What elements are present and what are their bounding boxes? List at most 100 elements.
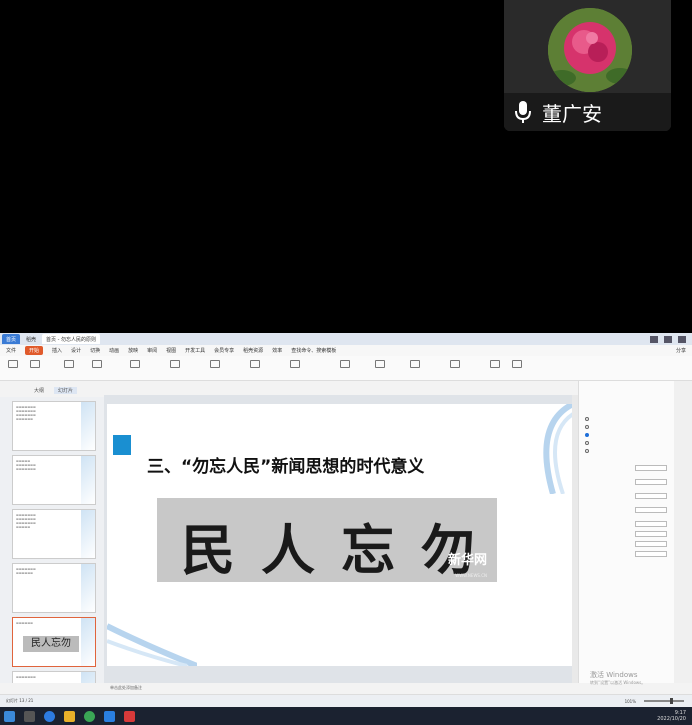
cut-icon[interactable] bbox=[30, 360, 40, 368]
menu-slideshow[interactable]: 放映 bbox=[128, 347, 138, 354]
menu-start[interactable]: 开始 bbox=[25, 346, 44, 355]
calligraphy-char: 勿 bbox=[421, 518, 475, 582]
menu-view[interactable]: 视图 bbox=[166, 347, 176, 354]
calligraphy-char: 忘 bbox=[341, 518, 395, 582]
wps-icon[interactable] bbox=[124, 710, 135, 722]
activation-line1: 激活 Windows bbox=[590, 671, 638, 679]
tab-docer[interactable]: 稻壳 bbox=[22, 334, 40, 344]
radio-icon bbox=[585, 441, 589, 445]
property-field[interactable] bbox=[635, 479, 667, 485]
radio-icon bbox=[585, 417, 589, 421]
menu-review[interactable]: 审阅 bbox=[147, 347, 157, 354]
menu-file[interactable]: 文件 bbox=[6, 347, 16, 354]
find-icon[interactable] bbox=[450, 360, 460, 368]
fill-option-picture[interactable] bbox=[585, 441, 589, 445]
property-field[interactable] bbox=[635, 521, 667, 527]
statusbar-right: 101% bbox=[625, 698, 692, 704]
arrange-icon[interactable] bbox=[410, 360, 420, 368]
tab-home[interactable]: 首页 bbox=[2, 334, 21, 344]
calligraphy-char: 民 bbox=[181, 518, 235, 582]
shape-icon[interactable] bbox=[375, 360, 385, 368]
app-icon[interactable] bbox=[104, 710, 115, 722]
share-button[interactable]: 分享 bbox=[676, 347, 686, 354]
zoom-slider[interactable] bbox=[644, 698, 684, 704]
window-controls bbox=[650, 335, 692, 343]
slide-thumbnail[interactable]: ▬▬▬▬▬▬▬ ▬▬▬▬▬▬▬ ▬▬▬▬▬▬▬ ▬▬▬▬▬▬ bbox=[12, 401, 96, 451]
maximize-icon[interactable] bbox=[664, 335, 672, 343]
list-icon[interactable] bbox=[290, 360, 300, 368]
windows-start-icon[interactable] bbox=[4, 710, 15, 722]
slide-title[interactable]: 三、“勿忘人民”新闻思想的时代意义 bbox=[147, 452, 424, 477]
notes-area[interactable]: 单击此处添加备注 bbox=[104, 683, 576, 693]
file-explorer-icon[interactable] bbox=[64, 710, 75, 722]
search-commands[interactable]: 查找命令、搜索模板 bbox=[291, 347, 336, 354]
fill-option-gradient[interactable] bbox=[585, 433, 589, 437]
participant-nameplate: 董广安 bbox=[504, 93, 671, 131]
document-tabbar: 首页 稻壳 首页 - 勿忘人民的原则 bbox=[0, 333, 692, 345]
fill-option-none[interactable] bbox=[585, 417, 589, 421]
slide-counter: 幻灯片 13 / 21 bbox=[6, 698, 34, 703]
align-icon[interactable] bbox=[250, 360, 260, 368]
menu-docer[interactable]: 稻壳资源 bbox=[243, 347, 263, 354]
fill-option-pattern[interactable] bbox=[585, 449, 589, 453]
menu-transition[interactable]: 切换 bbox=[90, 347, 100, 354]
slide-thumbnail[interactable]: ▬▬▬▬▬▬▬ ▬▬▬▬▬▬▬ ▬▬▬▬▬▬▬ ▬▬▬▬▬ bbox=[12, 509, 96, 559]
slide-thumbnail-panel: ▬▬▬▬▬▬▬ ▬▬▬▬▬▬▬ ▬▬▬▬▬▬▬ ▬▬▬▬▬▬ ▬▬▬▬▬ ▬▬▬▬▬▬▬… bbox=[0, 397, 104, 683]
select-icon[interactable] bbox=[512, 360, 522, 368]
property-field[interactable] bbox=[635, 465, 667, 471]
menu-insert[interactable]: 插入 bbox=[52, 347, 62, 354]
tab-document[interactable]: 首页 - 勿忘人民的原则 bbox=[42, 334, 101, 344]
property-field[interactable] bbox=[635, 541, 667, 547]
layout-icon[interactable] bbox=[130, 360, 140, 368]
windows-taskbar: 9:17 2022/10/20 bbox=[0, 707, 692, 725]
paste-icon[interactable] bbox=[8, 360, 18, 368]
xinhua-watermark-url: WWW.NEWS.CN bbox=[455, 573, 487, 578]
menu-efficiency[interactable]: 效率 bbox=[272, 347, 282, 354]
wps-presentation-window: 首页 稻壳 首页 - 勿忘人民的原则 文件 开始 插入 设计 切换 动画 放映 … bbox=[0, 333, 692, 725]
system-clock[interactable]: 9:17 2022/10/20 bbox=[657, 710, 692, 722]
search-icon[interactable] bbox=[24, 710, 35, 722]
property-field[interactable] bbox=[635, 551, 667, 557]
slide-thumbnail[interactable]: ▬▬▬▬▬▬▬ ▬▬▬▬▬▬ bbox=[12, 563, 96, 613]
object-properties-pane bbox=[578, 381, 674, 683]
microphone-icon bbox=[512, 99, 534, 125]
property-field[interactable] bbox=[635, 493, 667, 499]
property-field[interactable] bbox=[635, 531, 667, 537]
participant-tile: 董广安 bbox=[504, 0, 671, 131]
tab-outline[interactable]: 大纲 bbox=[34, 387, 44, 394]
menu-design[interactable]: 设计 bbox=[71, 347, 81, 354]
new-slide-icon[interactable] bbox=[92, 360, 102, 368]
zoom-level[interactable]: 101% bbox=[625, 699, 636, 704]
replace-icon[interactable] bbox=[490, 360, 500, 368]
minimize-icon[interactable] bbox=[650, 335, 658, 343]
radio-icon bbox=[585, 425, 589, 429]
menu-member[interactable]: 会员专享 bbox=[214, 347, 234, 354]
menu-animation[interactable]: 动画 bbox=[109, 347, 119, 354]
participant-avatar bbox=[548, 8, 632, 92]
calligraphy-image[interactable]: 民 人 忘 勿 新华网 WWW.NEWS.CN bbox=[157, 498, 497, 582]
thumbnail-calligraphy: 民人忘勿 bbox=[23, 636, 79, 652]
format-painter-icon[interactable] bbox=[64, 360, 74, 368]
calligraphy-char: 人 bbox=[261, 518, 315, 582]
status-bar: 幻灯片 13 / 21 101% bbox=[0, 694, 692, 707]
menu-devtools[interactable]: 开发工具 bbox=[185, 347, 205, 354]
slide-thumbnail[interactable]: ▬▬▬▬▬ ▬▬▬▬▬▬▬ ▬▬▬▬▬▬▬ bbox=[12, 455, 96, 505]
fill-option-solid[interactable] bbox=[585, 425, 589, 429]
clock-date: 2022/10/20 bbox=[657, 716, 686, 722]
slide-canvas: 三、“勿忘人民”新闻思想的时代意义 民 人 忘 勿 新华网 WWW.NEWS.C… bbox=[104, 395, 576, 683]
property-field[interactable] bbox=[635, 507, 667, 513]
tab-slides[interactable]: 幻灯片 bbox=[54, 386, 78, 394]
textbox-icon[interactable] bbox=[340, 360, 350, 368]
ribbon-toolbar bbox=[0, 356, 692, 381]
wechat-icon[interactable] bbox=[84, 710, 95, 722]
current-slide[interactable]: 三、“勿忘人民”新闻思想的时代意义 民 人 忘 勿 新华网 WWW.NEWS.C… bbox=[107, 404, 573, 666]
close-icon[interactable] bbox=[678, 335, 686, 343]
slide-thumbnail[interactable]: ▬▬▬▬▬▬▬ bbox=[12, 671, 96, 683]
font-size-icon[interactable] bbox=[210, 360, 220, 368]
edge-browser-icon[interactable] bbox=[44, 710, 55, 722]
decor-swirl-top bbox=[543, 404, 573, 494]
slide-thumbnail-selected[interactable]: ▬▬▬▬▬▬ 民人忘勿 bbox=[12, 617, 96, 667]
screen: 董广安 首页 稻壳 首页 - 勿忘人民的原则 文件 开始 插入 设计 切换 动画… bbox=[0, 0, 692, 725]
font-bold-icon[interactable] bbox=[170, 360, 180, 368]
participant-name: 董广安 bbox=[542, 101, 602, 126]
